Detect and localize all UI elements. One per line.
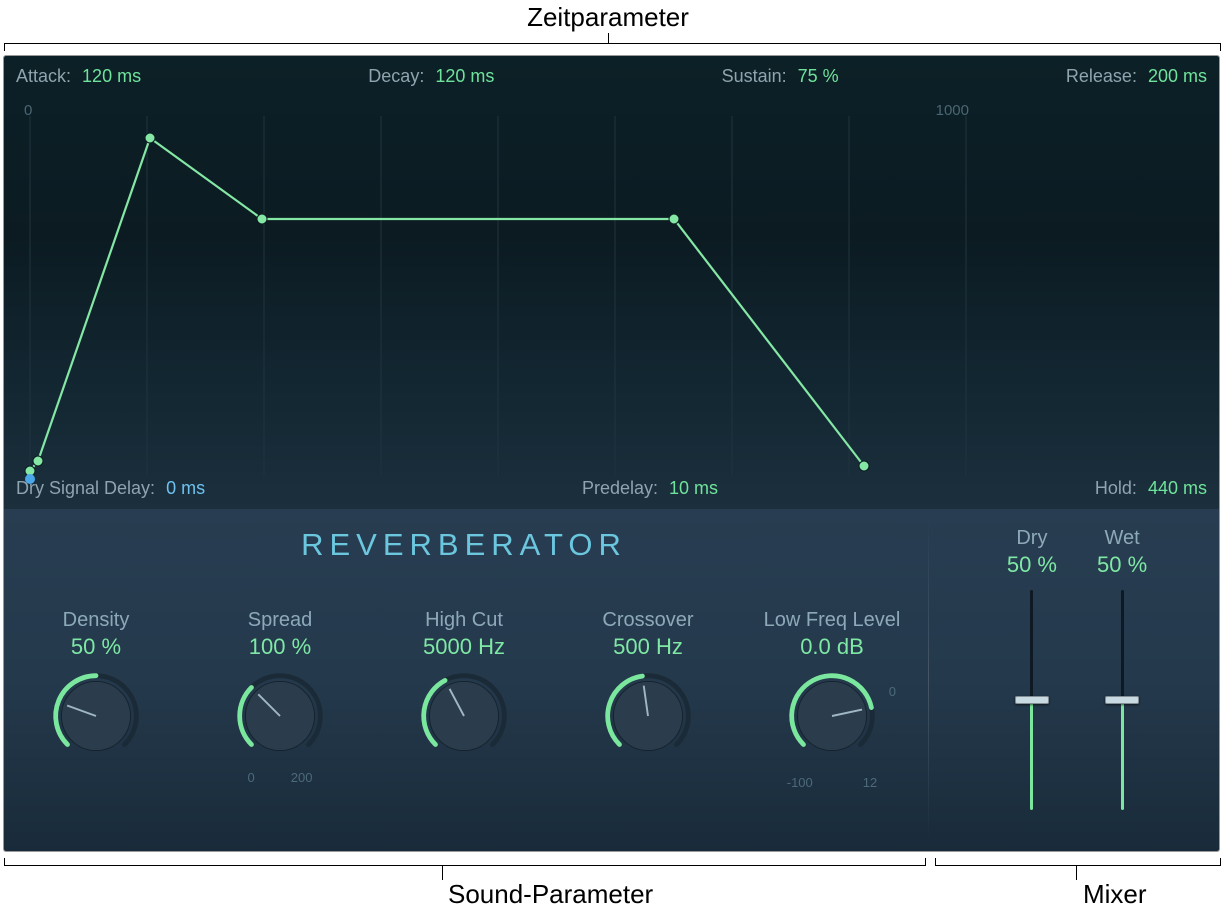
lowfreq-scale-min: -100	[787, 775, 813, 790]
envelope-curve[interactable]	[30, 138, 864, 471]
env-node-predelay[interactable]	[33, 456, 43, 466]
annotation-tick-top	[608, 33, 609, 43]
annotation-bracket-top	[4, 43, 1221, 51]
highcut-knob-col: High Cut 5000 Hz	[379, 609, 549, 790]
spread-knob-col: Spread 100 % 0 200	[195, 609, 365, 790]
dry-signal-delay-value: 0 ms	[166, 478, 205, 498]
hold-value: 440 ms	[1148, 478, 1207, 498]
lowfreq-knob-col: Low Freq Level 0.0 dB 0 -100 12	[747, 609, 917, 790]
annotation-sound-parameter: Sound-Parameter	[448, 879, 653, 910]
density-knob[interactable]	[48, 668, 144, 764]
crossover-knob[interactable]	[600, 668, 696, 764]
highcut-value: 5000 Hz	[423, 634, 505, 660]
hold-label: Hold:	[1095, 478, 1137, 498]
dry-signal-delay-param[interactable]: Dry Signal Delay: 0 ms	[16, 478, 205, 499]
env-node-attack[interactable]	[145, 133, 155, 143]
lowfreq-label: Low Freq Level	[764, 609, 901, 632]
wet-label: Wet	[1104, 527, 1139, 550]
lower-panel: REVERBERATOR Density 50 % Spread 100 % 0…	[4, 509, 1219, 851]
dry-fader-thumb[interactable]	[1015, 696, 1049, 704]
envelope-bottom-row: Dry Signal Delay: 0 ms Predelay: 10 ms H…	[4, 478, 1219, 499]
plugin-panel: Attack: 120 ms Decay: 120 ms Sustain: 75…	[4, 56, 1219, 851]
dry-value: 50 %	[1007, 552, 1057, 578]
spread-label: Spread	[248, 609, 313, 632]
annotation-tick-sound	[442, 866, 443, 880]
envelope-graph[interactable]	[4, 56, 1219, 509]
dry-fader-fill	[1030, 700, 1033, 810]
lowfreq-knob[interactable]	[784, 668, 880, 764]
lowfreq-value: 0.0 dB	[800, 634, 864, 660]
annotation-tick-mixer	[1076, 866, 1077, 880]
dry-fader-col: Dry 50 %	[1007, 527, 1057, 851]
env-node-release[interactable]	[859, 461, 869, 471]
envelope-panel[interactable]: Attack: 120 ms Decay: 120 ms Sustain: 75…	[4, 56, 1219, 509]
spread-scale: 0 200	[248, 770, 313, 785]
highcut-label: High Cut	[425, 609, 503, 632]
wet-fader-fill	[1121, 700, 1124, 810]
env-node-decay[interactable]	[257, 214, 267, 224]
spread-value: 100 %	[249, 634, 311, 660]
mixer-panel: Dry 50 % Wet 50 %	[942, 527, 1212, 851]
knob-row: Density 50 % Spread 100 % 0 200 High Cut…	[4, 609, 924, 790]
crossover-knob-col: Crossover 500 Hz	[563, 609, 733, 790]
dry-signal-delay-label: Dry Signal Delay:	[16, 478, 155, 498]
wet-fader[interactable]	[1107, 590, 1137, 810]
density-value: 50 %	[71, 634, 121, 660]
lowfreq-scale: -100 12	[787, 775, 878, 790]
spread-knob[interactable]	[232, 668, 328, 764]
wet-fader-col: Wet 50 %	[1097, 527, 1147, 851]
wet-fader-thumb[interactable]	[1105, 696, 1139, 704]
lowfreq-tick-zero: 0	[889, 684, 896, 699]
dry-fader[interactable]	[1017, 590, 1047, 810]
crossover-label: Crossover	[602, 609, 693, 632]
annotation-mixer: Mixer	[1083, 879, 1147, 910]
crossover-value: 500 Hz	[613, 634, 683, 660]
annotation-zeitparameter: Zeitparameter	[527, 2, 689, 33]
spread-scale-max: 200	[291, 770, 313, 785]
annotation-bracket-sound	[4, 858, 926, 866]
highcut-knob[interactable]	[416, 668, 512, 764]
density-label: Density	[63, 609, 130, 632]
predelay-param[interactable]: Predelay: 10 ms	[582, 478, 718, 499]
dry-label: Dry	[1016, 527, 1047, 550]
figure: Zeitparameter Attack: 120 ms Decay: 120 …	[0, 0, 1229, 923]
panel-divider	[928, 519, 929, 841]
hold-param[interactable]: Hold: 440 ms	[1095, 478, 1207, 499]
wet-value: 50 %	[1097, 552, 1147, 578]
density-knob-col: Density 50 %	[11, 609, 181, 790]
spread-scale-min: 0	[248, 770, 255, 785]
predelay-value: 10 ms	[669, 478, 718, 498]
env-node-hold[interactable]	[669, 214, 679, 224]
plugin-title: REVERBERATOR	[4, 527, 924, 563]
predelay-label: Predelay:	[582, 478, 658, 498]
lowfreq-scale-max: 12	[863, 775, 877, 790]
annotation-bracket-mixer	[935, 858, 1221, 866]
